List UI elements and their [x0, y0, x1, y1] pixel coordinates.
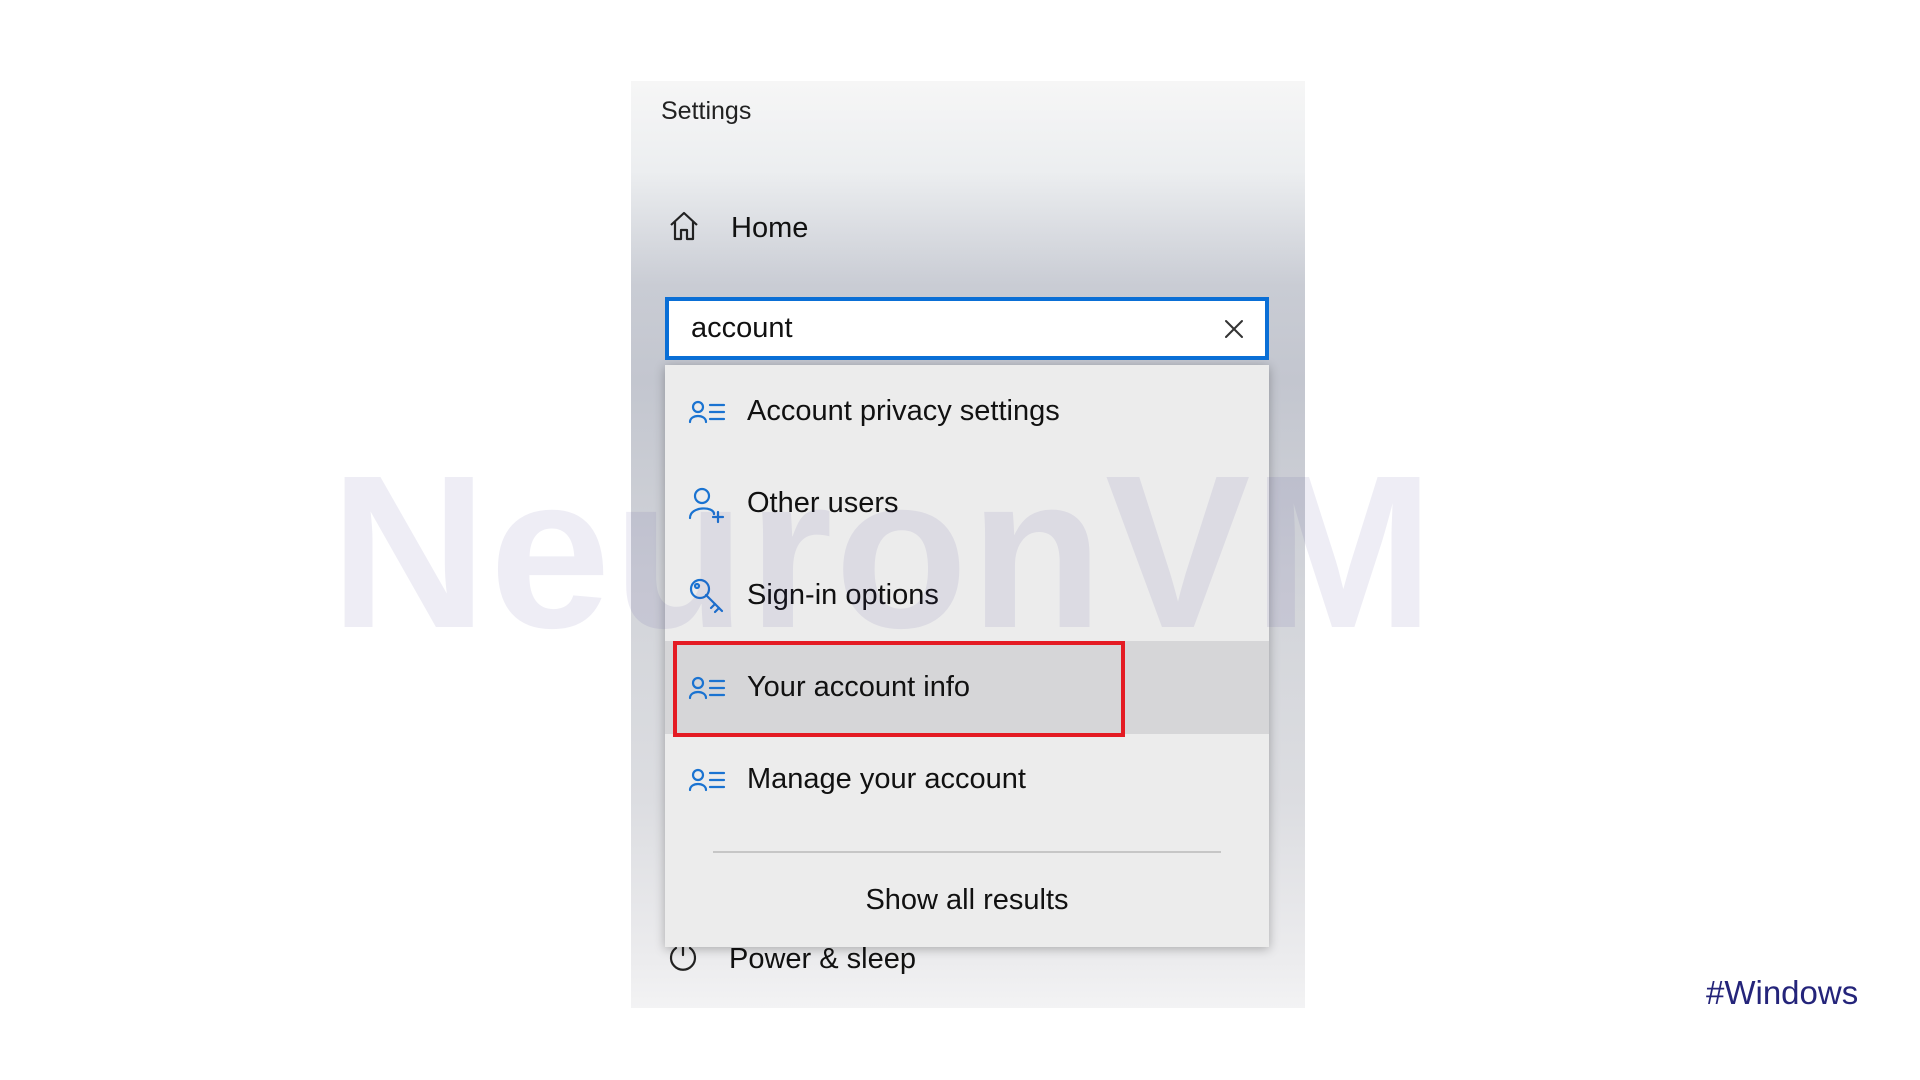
result-label: Other users — [747, 487, 899, 519]
close-icon[interactable] — [1219, 314, 1249, 344]
window-title: Settings — [661, 97, 752, 125]
home-nav-item[interactable]: Home — [667, 209, 808, 248]
result-item-manage-your-account[interactable]: Manage your account — [665, 733, 1269, 826]
key-icon — [687, 576, 727, 616]
search-results-dropdown: Account privacy settings Other users Sig… — [665, 365, 1269, 947]
result-item-other-users[interactable]: Other users — [665, 457, 1269, 550]
result-label: Account privacy settings — [747, 395, 1060, 427]
power-sleep-label: Power & sleep — [729, 943, 916, 975]
hashtag-label: #Windows — [1706, 974, 1859, 1011]
result-item-sign-in-options[interactable]: Sign-in options — [665, 549, 1269, 642]
selection-highlight-box — [673, 641, 1125, 737]
dropdown-divider — [713, 851, 1221, 853]
add-user-icon — [687, 484, 727, 524]
result-label: Sign-in options — [747, 579, 939, 611]
result-item-account-privacy-settings[interactable]: Account privacy settings — [665, 365, 1269, 458]
search-input[interactable] — [691, 312, 1219, 345]
show-all-results-button[interactable]: Show all results — [665, 865, 1269, 935]
search-box — [665, 297, 1269, 360]
result-label: Manage your account — [747, 763, 1026, 795]
account-info-icon — [687, 760, 727, 800]
account-info-icon — [687, 392, 727, 432]
page: Settings Home Power & sleep account Acco… — [0, 0, 1920, 1080]
home-icon — [667, 209, 701, 248]
home-label: Home — [731, 212, 809, 244]
